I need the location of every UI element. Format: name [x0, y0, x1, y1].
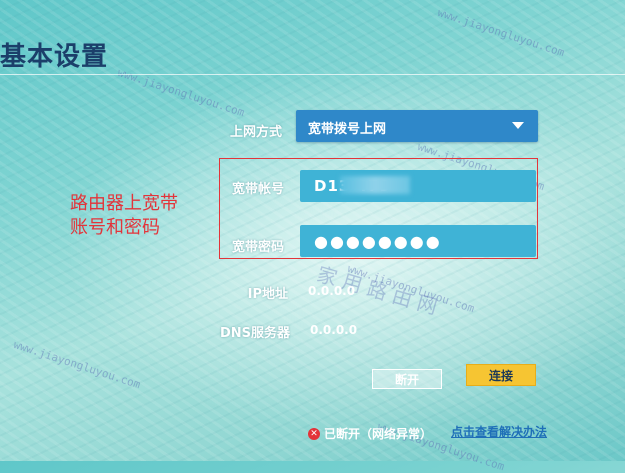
password-label: 宽带密码: [231, 240, 284, 255]
page-title: 基本设置: [0, 42, 109, 72]
watermark-text: www.jiayongluyou.com: [11, 338, 142, 392]
connection-type-label: 上网方式: [229, 125, 282, 140]
connection-type-value: 宽带拨号上网: [308, 122, 387, 137]
title-divider: [0, 74, 625, 75]
annotation-text: 路由器上宽带 账号和密码: [70, 192, 178, 240]
password-value: ●●●●●●●●: [314, 232, 442, 251]
annotation-line-1: 路由器上宽带: [70, 193, 178, 214]
account-redaction-blur: [340, 176, 410, 194]
status-text: 已断开（网络异常）: [324, 427, 433, 441]
error-icon: ✕: [308, 427, 320, 440]
ip-value: 0.0.0.0: [308, 284, 356, 298]
account-label: 宽带帐号: [231, 182, 284, 197]
dns-value: 0.0.0.0: [310, 323, 358, 337]
disconnect-button[interactable]: 断开: [372, 369, 442, 389]
dns-label: DNS服务器: [219, 326, 290, 341]
help-link[interactable]: 点击查看解决办法: [451, 423, 547, 440]
connection-status: ✕ 已断开（网络异常）: [308, 425, 432, 442]
connection-type-select[interactable]: 宽带拨号上网: [296, 110, 538, 142]
password-input[interactable]: ●●●●●●●●: [300, 225, 536, 257]
watermark-text: www.jiayongluyou.com: [435, 6, 566, 60]
annotation-line-2: 账号和密码: [70, 217, 160, 238]
ip-label: IP地址: [247, 287, 288, 302]
account-input[interactable]: D13 479: [300, 170, 536, 202]
connect-button[interactable]: 连接: [466, 364, 536, 386]
chevron-down-icon: [512, 122, 524, 129]
